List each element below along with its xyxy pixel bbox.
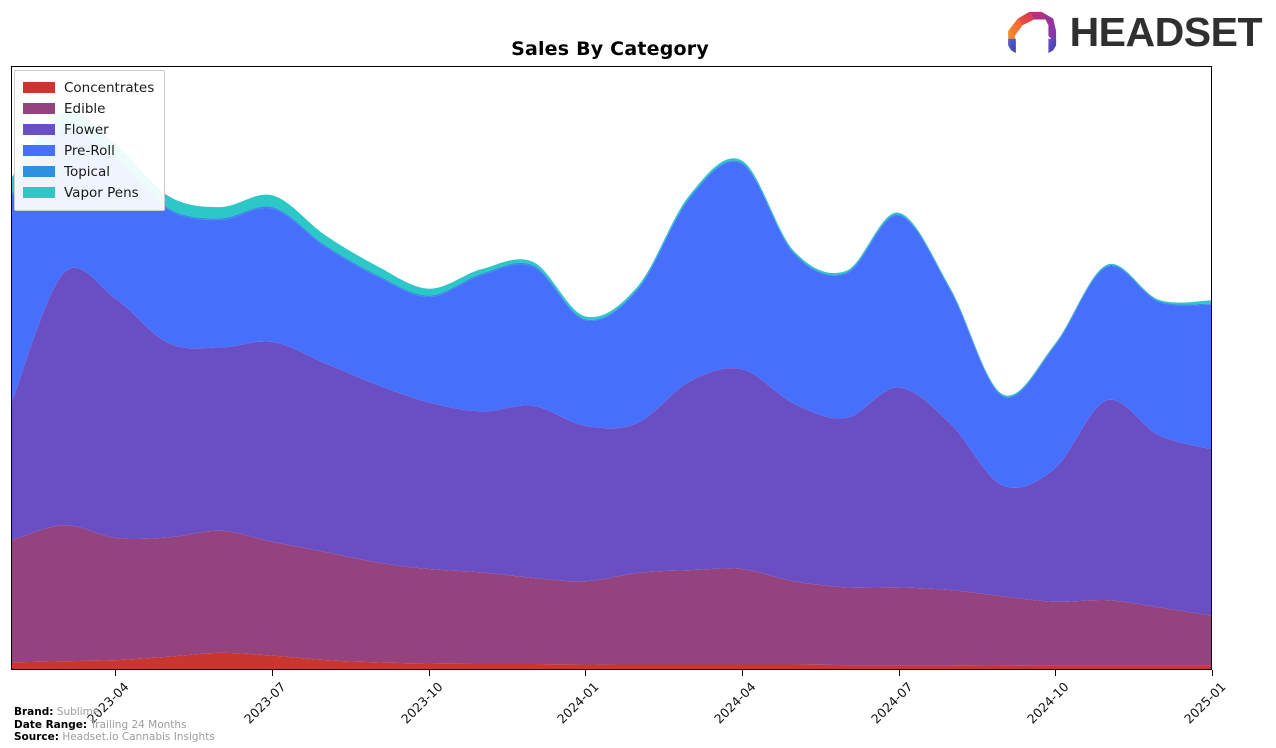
footer-row-value: Sublime <box>53 706 100 719</box>
chart-page: Sales By Category HEADSET Concentrates E… <box>0 0 1276 748</box>
footer-row-value: Headset.io Cannabis Insights <box>58 731 215 744</box>
x-axis-tick <box>272 670 274 676</box>
legend-item-label: Pre-Roll <box>64 142 115 159</box>
legend-item-label: Flower <box>64 121 109 138</box>
legend-swatch-icon <box>23 124 55 135</box>
legend-swatch-icon <box>23 166 55 177</box>
plot-area <box>11 66 1212 670</box>
x-axis-tick <box>428 670 430 676</box>
x-axis-tick <box>115 670 117 676</box>
footer-row-key: Date Range: <box>14 718 88 731</box>
legend-item-label: Edible <box>64 100 106 117</box>
legend-swatch-icon <box>23 82 55 93</box>
x-axis-tick-label: 2024-10 <box>1024 679 1072 727</box>
x-axis-tick-label: 2025-01 <box>1181 679 1229 727</box>
footer-row-key: Brand: <box>14 706 54 719</box>
legend-item[interactable]: Pre-Roll <box>23 140 154 161</box>
legend-item-label: Concentrates <box>64 79 155 96</box>
brand-logo: HEADSET <box>1006 8 1263 56</box>
footer-row: Source: Headset.io Cannabis Insights <box>14 731 215 744</box>
legend-swatch-icon <box>23 145 55 156</box>
legend-swatch-icon <box>23 103 55 114</box>
footer-row: Date Range: Trailing 24 Months <box>14 719 215 732</box>
legend-item[interactable]: Topical <box>23 161 154 182</box>
legend-item[interactable]: Concentrates <box>23 77 154 98</box>
x-axis-tick <box>1055 670 1057 676</box>
chart-footer: Brand: Sublime Date Range: Trailing 24 Mo… <box>14 706 215 744</box>
footer-row-key: Source: <box>14 731 59 744</box>
legend-item-label: Topical <box>64 163 110 180</box>
x-axis-tick-label: 2023-07 <box>241 679 289 727</box>
footer-row: Brand: Sublime <box>14 706 215 719</box>
x-axis-tick <box>742 670 743 676</box>
x-axis-tick <box>585 670 587 676</box>
brand-logo-wordmark: HEADSET <box>1069 8 1263 55</box>
legend-item[interactable]: Flower <box>23 119 154 140</box>
stacked-area-chart <box>12 110 1211 669</box>
footer-row-value: Trailing 24 Months <box>87 718 187 731</box>
legend-swatch-icon <box>23 187 55 198</box>
x-axis-tick-label: 2024-07 <box>867 679 916 727</box>
x-axis-tick-label: 2023-10 <box>397 679 446 727</box>
legend-item[interactable]: Edible <box>23 98 154 119</box>
legend-item-label: Vapor Pens <box>64 184 139 201</box>
x-axis-tick <box>898 670 900 676</box>
legend-item[interactable]: Vapor Pens <box>23 182 154 203</box>
x-axis-tick-label: 2024-04 <box>711 679 759 727</box>
x-axis-tick-label: 2024-01 <box>554 679 602 727</box>
chart-legend: Concentrates Edible Flower Pre-Roll Topical V… <box>14 70 166 211</box>
x-axis-tick <box>1212 670 1213 676</box>
headset-logo-icon <box>1007 11 1056 54</box>
